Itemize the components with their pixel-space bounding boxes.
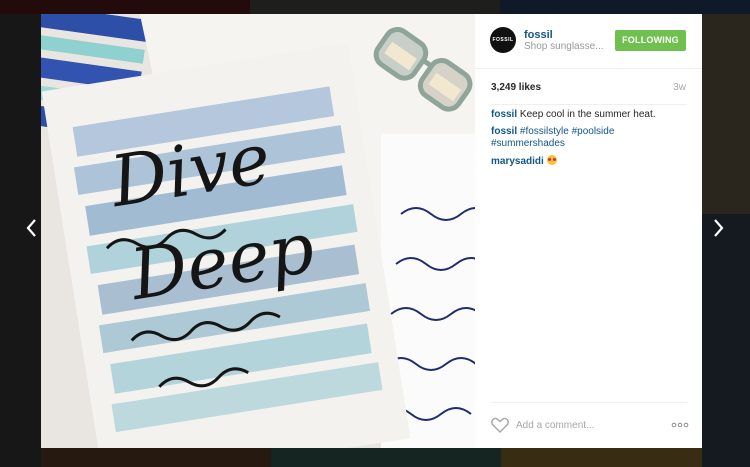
comment-list: fossil Keep cool in the summer heat. fos… <box>491 104 687 173</box>
likes-count[interactable]: 3,249 likes <box>491 82 541 93</box>
divider <box>491 402 687 403</box>
previous-post-button[interactable] <box>22 215 42 241</box>
comment: fossil #fossilstyle #poolside #summersha… <box>491 126 687 150</box>
more-options-icon <box>671 422 689 428</box>
like-button[interactable] <box>491 417 509 433</box>
comment-text: Keep cool in the summer heat. <box>517 109 656 120</box>
location-link[interactable]: Shop sunglasse... <box>524 41 606 52</box>
next-post-button[interactable] <box>708 215 728 241</box>
post-age[interactable]: 3w <box>673 82 686 93</box>
comment: fossil Keep cool in the summer heat. <box>491 109 687 121</box>
following-button[interactable]: FOLLOWING <box>615 30 686 51</box>
heart-icon <box>491 417 509 433</box>
comment-username[interactable]: fossil <box>491 126 517 137</box>
more-options-button[interactable] <box>671 418 689 432</box>
post-header: FOSSIL fossil Shop sunglasse... FOLLOWIN… <box>475 14 702 69</box>
smiling-heart-eyes-emoji-icon <box>546 155 557 165</box>
comment-username[interactable]: marysadidi <box>491 156 544 167</box>
username-link[interactable]: fossil <box>524 29 553 41</box>
avatar[interactable]: FOSSIL <box>490 27 516 53</box>
post-photo: Dive Deep <box>41 14 475 448</box>
post-modal: Dive Deep FOSSIL fossil Shop sunglasse..… <box>41 14 702 448</box>
comment-username[interactable]: fossil <box>491 109 517 120</box>
chevron-right-icon <box>714 219 724 237</box>
add-comment-input[interactable] <box>516 417 646 433</box>
post-details-panel: FOSSIL fossil Shop sunglasse... FOLLOWIN… <box>475 14 702 448</box>
comment: marysadidi <box>491 155 687 168</box>
chevron-left-icon <box>26 219 36 237</box>
